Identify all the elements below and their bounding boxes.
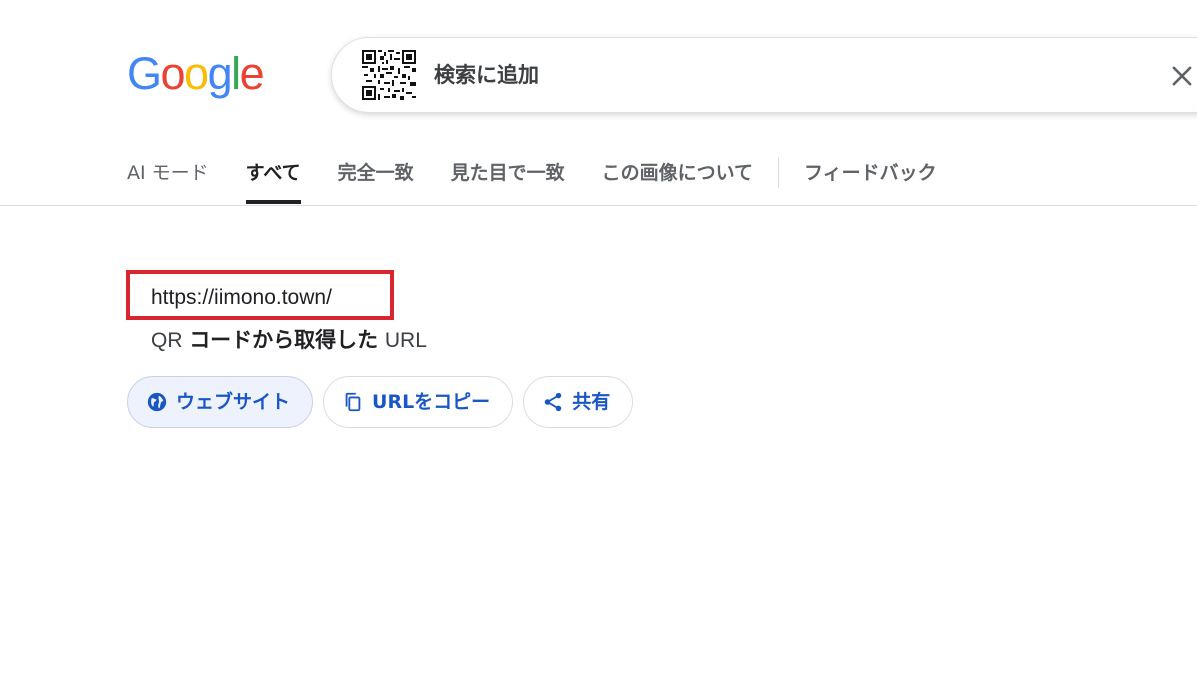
- qr-result-caption: QR コードから取得した URL: [151, 325, 427, 356]
- logo-letter: e: [239, 48, 265, 99]
- google-lens-results-page: Google 検索に追加 AI モード すべて 完全一致 見た目で一致 この画像…: [0, 0, 1197, 675]
- search-tabs: AI モード すべて 完全一致 見た目で一致 この画像について フィードバック: [127, 156, 974, 206]
- tab-divider: [778, 158, 780, 188]
- result-actions: ウェブサイト URLをコピー 共有: [127, 376, 634, 428]
- qr-result-url[interactable]: https://iimono.town/: [151, 284, 332, 312]
- copy-icon: [342, 391, 364, 413]
- tab-ai-mode[interactable]: AI モード: [127, 156, 209, 190]
- tab-exact-match[interactable]: 完全一致: [338, 156, 414, 190]
- tab-feedback[interactable]: フィードバック: [804, 156, 937, 190]
- share-button[interactable]: 共有: [523, 376, 634, 428]
- tab-visual-matches[interactable]: 見た目で一致: [451, 156, 565, 190]
- logo-letter: G: [127, 48, 162, 99]
- logo-letter: g: [207, 48, 233, 99]
- globe-icon: [146, 391, 168, 413]
- share-button-label: 共有: [572, 391, 611, 413]
- caption-bold: コードから取得した: [189, 328, 379, 352]
- caption-prefix: QR: [151, 329, 183, 352]
- share-icon: [542, 391, 564, 413]
- search-query-text[interactable]: 検索に追加: [434, 60, 539, 90]
- logo-letter: o: [160, 48, 186, 99]
- website-button-label: ウェブサイト: [176, 391, 291, 413]
- logo-letter: l: [231, 48, 241, 99]
- copy-url-button[interactable]: URLをコピー: [323, 376, 514, 428]
- logo-letter: o: [184, 48, 209, 99]
- website-button[interactable]: ウェブサイト: [127, 376, 314, 428]
- tabs-divider-line: [0, 205, 1197, 206]
- copy-url-button-label: URLをコピー: [372, 391, 491, 413]
- tab-about-this-image[interactable]: この画像について: [602, 156, 753, 190]
- search-bar[interactable]: 検索に追加: [331, 37, 1197, 113]
- close-icon[interactable]: [1168, 62, 1196, 90]
- google-logo[interactable]: Google: [127, 48, 265, 100]
- qr-code-thumbnail[interactable]: [362, 50, 416, 100]
- tab-all[interactable]: すべて: [245, 156, 301, 204]
- caption-suffix: URL: [384, 329, 427, 352]
